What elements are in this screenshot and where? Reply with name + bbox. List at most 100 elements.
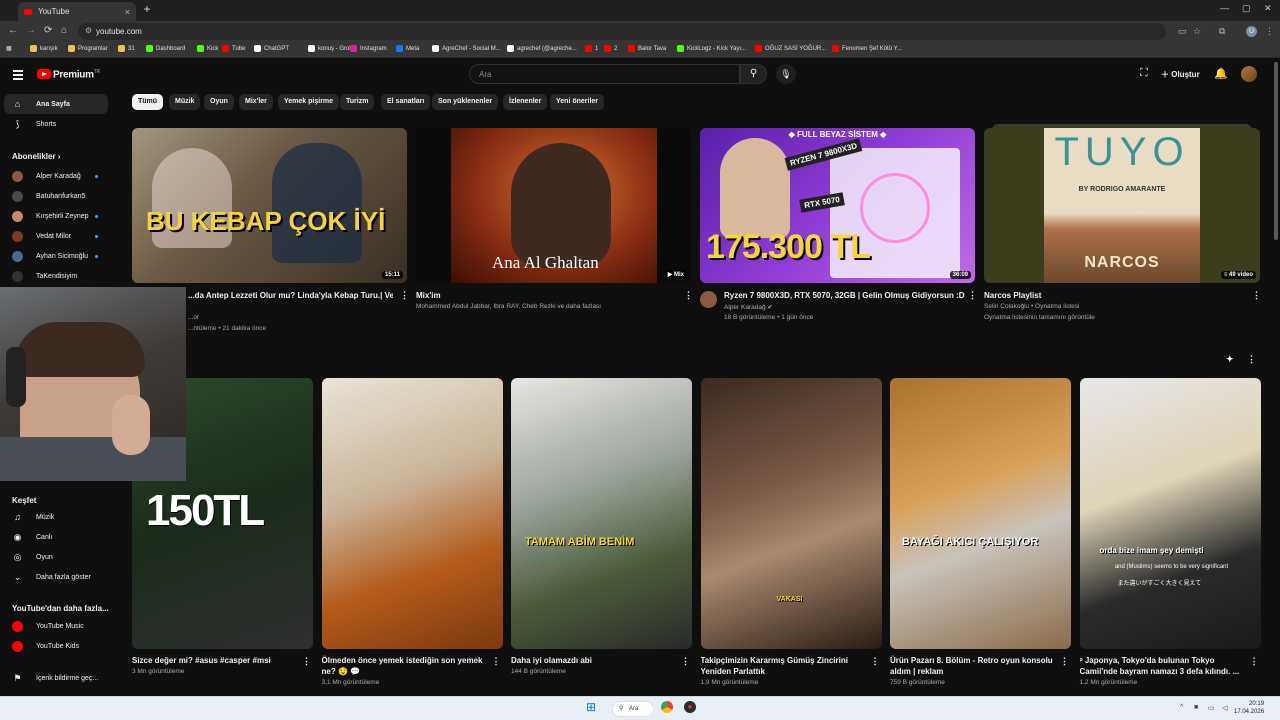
bookmark-item[interactable]: Fenomen Şef Kötü Y... [832, 45, 902, 52]
sidebar-more-item[interactable]: YouTube Music [4, 616, 108, 636]
more-actions-icon[interactable]: ⋮ [492, 656, 501, 667]
more-actions-icon[interactable]: ⋮ [1060, 656, 1069, 667]
short-title[interactable]: Ölmeden önce yemek istediğin son yemek n… [322, 655, 487, 677]
bookmark-item[interactable]: Tube [222, 45, 245, 52]
filter-chip[interactable]: Turizm [340, 94, 375, 110]
filter-chip[interactable]: Yeni öneriler [550, 94, 605, 110]
bookmark-item[interactable]: OĞUZ SASİ YOĞUR... [755, 45, 826, 52]
sidebar-subscription-item[interactable]: Alper Karadağ [4, 166, 108, 186]
sidebar-subscription-item[interactable]: Kırşehirli Zeynep [4, 206, 108, 226]
bookmark-item[interactable]: Dashboard [146, 45, 185, 52]
sidebar-more-item[interactable]: YouTube Kids [4, 636, 108, 656]
hamburger-menu-icon[interactable] [13, 70, 23, 82]
notifications-bell-icon[interactable]: 🔔 [1214, 67, 1228, 80]
more-actions-icon[interactable]: ⋮ [1250, 656, 1259, 667]
maximize-icon[interactable]: ▢ [1242, 3, 1251, 14]
filter-chip[interactable]: Müzik [169, 94, 201, 110]
tray-app-icon[interactable]: ■ [1194, 704, 1198, 711]
sidebar-item-home[interactable]: ⌂ Ana Sayfa [4, 94, 108, 114]
bookmark-item[interactable]: agrechef (@agreche... [507, 45, 577, 52]
bookmark-item[interactable]: ChatGPT [254, 45, 289, 52]
filter-chip[interactable]: Mix'ler [239, 94, 273, 110]
sidebar-explore-item[interactable]: ◎ Oyun [4, 547, 108, 567]
bookmark-item[interactable]: karışık [30, 45, 58, 52]
video-title[interactable]: ...da Antep Lezzeti Olur mu? Linda'yla K… [188, 290, 393, 302]
more-actions-icon[interactable]: ⋮ [1247, 354, 1256, 365]
apps-icon[interactable]: ▦ [6, 45, 12, 52]
forward-icon[interactable]: → [26, 25, 36, 36]
browser-tab[interactable]: YouTube × [18, 2, 136, 21]
short-thumbnail[interactable]: VAKASI [700, 378, 882, 649]
new-tab-button[interactable]: + [140, 3, 154, 17]
video-thumbnail[interactable]: Ana Al Ghaltan ▶ Mix [416, 128, 691, 283]
bookmark-item[interactable]: 2 [604, 45, 617, 52]
network-icon[interactable]: ▭ [1208, 704, 1215, 712]
app-taskbar-icon[interactable]: ● [684, 701, 696, 713]
url-field[interactable]: ⚙ youtube.com [78, 23, 1166, 40]
cast-tv-icon[interactable]: ⛶ [1140, 67, 1148, 80]
video-thumbnail[interactable]: BU KEBAP ÇOK İYİ 15:11 [132, 128, 407, 283]
bookmark-item[interactable]: Balor Tava [628, 45, 666, 52]
sidebar-subscription-item[interactable]: Ayhan Sicimoğlu [4, 246, 108, 266]
sidebar-explore-item[interactable]: ⌄ Daha fazla göster [4, 567, 108, 587]
more-actions-icon[interactable]: ⋮ [968, 290, 977, 301]
bookmark-item[interactable]: Meta [396, 45, 419, 52]
channel-name[interactable]: ...or [188, 314, 199, 321]
bookmark-item[interactable]: Programlar [68, 45, 108, 52]
profile-avatar[interactable]: U [1246, 26, 1257, 37]
scrollbar-thumb[interactable] [1274, 62, 1278, 240]
sidebar-item-report[interactable]: ⚑ İçerik bildirme geç... [4, 668, 108, 688]
back-icon[interactable]: ← [8, 25, 18, 36]
short-title[interactable]: Takipçimizin Kararmış Gümüş Zincirini Ye… [701, 655, 866, 677]
chrome-taskbar-icon[interactable] [661, 701, 673, 713]
video-title[interactable]: Ryzen 7 9800X3D, RTX 5070, 32GB | Gelin … [724, 290, 969, 301]
more-actions-icon[interactable]: ⋮ [681, 656, 690, 667]
reload-icon[interactable]: ⟳ [44, 25, 52, 36]
bookmark-item[interactable]: KickLogz - Kick Yayı... [677, 45, 746, 52]
site-info-icon[interactable]: ⚙ [85, 26, 92, 35]
youtube-logo-icon[interactable] [37, 69, 51, 79]
extensions-icon[interactable]: ⧉ [1219, 26, 1225, 37]
search-input[interactable]: Ara [469, 64, 740, 84]
playlist-thumbnail[interactable]: TUYO BY RODRIGO AMARANTE NARCOS ≡ 49 vid… [984, 128, 1260, 283]
bookmark-item[interactable]: 1 [585, 45, 598, 52]
channel-name[interactable]: Alper Karadağ ✔ [724, 303, 773, 311]
sidebar-explore-item[interactable]: ♫ Müzik [4, 507, 108, 527]
windows-start-icon[interactable]: ⊞ [586, 700, 596, 714]
short-title[interactable]: ᵖ Japonya, Tokyo'da bulunan Tokyo Camii'… [1080, 655, 1245, 677]
star-icon[interactable]: ☆ [1193, 26, 1201, 37]
bookmark-item[interactable]: AgreChef - Social M... [432, 45, 501, 52]
minimize-icon[interactable]: — [1220, 3, 1229, 13]
filter-chip[interactable]: El sanatları [381, 94, 431, 110]
bookmark-item[interactable]: konuş - Grok [308, 45, 352, 52]
menu-dots-icon[interactable]: ⋮ [1265, 26, 1274, 37]
sidebar-subscription-item[interactable]: Batuhanfurkan5 [4, 186, 108, 206]
more-actions-icon[interactable]: ⋮ [684, 290, 693, 301]
sidebar-subscription-item[interactable]: Vedat Milor [4, 226, 108, 246]
bookmark-item[interactable]: 31 [118, 45, 135, 52]
short-thumbnail[interactable]: TAMAM ABİM BENİM [511, 378, 692, 649]
more-actions-icon[interactable]: ⋮ [871, 656, 880, 667]
taskbar-clock[interactable]: 20:19 17.04.2026 [1234, 700, 1264, 716]
short-thumbnail[interactable]: BAYAĞI AKICI ÇALIŞIYOR [890, 378, 1071, 649]
more-actions-icon[interactable]: ⋮ [400, 290, 409, 301]
sidebar-item-shorts[interactable]: ⟆ Shorts [4, 114, 108, 134]
playlist-title[interactable]: Narcos Playlist [984, 290, 1244, 301]
bookmark-item[interactable]: Instagram [350, 45, 387, 52]
account-avatar[interactable] [1241, 66, 1257, 82]
short-title[interactable]: Ürün Pazarı 8. Bölüm - Retro oyun konsol… [890, 655, 1055, 677]
short-thumbnail[interactable]: orda bize imam şey demişti and (Muslims) … [1079, 378, 1261, 649]
taskbar-search[interactable]: ⚲ Ara [612, 701, 654, 717]
filter-chip[interactable]: Son yüklenenler [432, 94, 499, 110]
create-button[interactable]: ＋ Oluştur [1157, 66, 1204, 82]
tray-chevron-icon[interactable]: ^ [1180, 704, 1183, 711]
video-title[interactable]: Mix'im [416, 290, 676, 301]
more-actions-icon[interactable]: ⋮ [302, 656, 311, 667]
filter-chip[interactable]: İzlenenler [503, 94, 548, 110]
filter-chip[interactable]: Tümü [132, 94, 164, 110]
search-button[interactable]: ⚲ [740, 64, 767, 84]
cast-icon[interactable]: ▭ [1178, 26, 1187, 37]
more-actions-icon[interactable]: ⋮ [1252, 290, 1261, 301]
subscriptions-heading[interactable]: Abonelikler › [12, 152, 60, 161]
close-tab-icon[interactable]: × [125, 7, 130, 17]
